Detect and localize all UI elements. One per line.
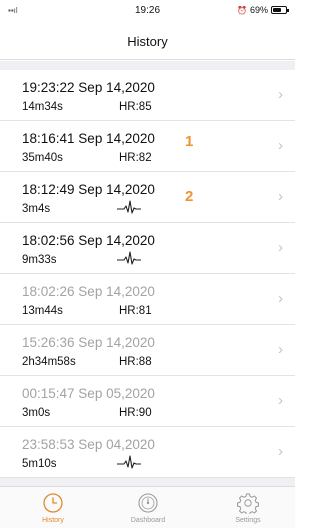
session-datetime: 19:23:22 Sep 14,2020 xyxy=(22,80,155,95)
history-row[interactable]: 15:26:36 Sep 14,2020 2h34m58s HR:88 › xyxy=(0,325,295,376)
chevron-right-icon: › xyxy=(278,443,283,460)
status-bar: ▪▪ıl 19:26 ⏰ 69% xyxy=(0,0,295,22)
session-duration: 3m0s xyxy=(22,407,51,419)
history-row[interactable]: 18:02:56 Sep 14,2020 9m33s › xyxy=(0,223,295,274)
session-datetime: 18:02:56 Sep 14,2020 xyxy=(22,233,155,248)
annotation-number: 1 xyxy=(185,133,194,150)
tab-bar: History Dashboard Settings xyxy=(0,486,295,528)
session-duration: 14m34s xyxy=(22,101,63,113)
ecg-waveform-icon xyxy=(117,455,141,469)
session-datetime: 23:58:53 Sep 04,2020 xyxy=(22,437,155,452)
tab-label: Dashboard xyxy=(130,517,166,524)
chevron-right-icon: › xyxy=(278,341,283,358)
heart-rate-value: HR:88 xyxy=(119,356,152,368)
session-datetime: 18:02:26 Sep 14,2020 xyxy=(22,284,155,299)
history-row[interactable]: 18:02:26 Sep 14,2020 13m44s HR:81 › xyxy=(0,274,295,325)
annotation-number: 2 xyxy=(185,188,194,205)
status-right: ⏰ 69% xyxy=(237,5,289,15)
tab-label: Settings xyxy=(235,517,261,524)
session-duration: 13m44s xyxy=(22,305,63,317)
session-datetime: 15:26:36 Sep 14,2020 xyxy=(22,335,155,350)
history-row[interactable]: 23:58:53 Sep 04,2020 5m10s › xyxy=(0,427,295,478)
history-row[interactable]: 18:16:41 Sep 14,2020 35m40s HR:82 1 › xyxy=(0,121,295,172)
chevron-right-icon: › xyxy=(278,392,283,409)
ecg-waveform-icon xyxy=(117,251,141,265)
tab-settings[interactable]: Settings xyxy=(213,492,283,524)
session-duration: 5m10s xyxy=(22,458,57,470)
tab-label: History xyxy=(42,517,64,524)
nav-bar: History xyxy=(0,22,295,60)
chevron-right-icon: › xyxy=(278,137,283,154)
gauge-icon xyxy=(138,493,158,513)
history-row[interactable]: 18:12:49 Sep 14,2020 3m4s 2 › xyxy=(0,172,295,223)
tab-dashboard[interactable]: Dashboard xyxy=(113,492,183,524)
heart-rate-value: HR:82 xyxy=(119,152,152,164)
chevron-right-icon: › xyxy=(278,239,283,256)
list-footer-spacer xyxy=(0,478,295,486)
alarm-icon: ⏰ xyxy=(237,5,247,15)
history-row[interactable]: 19:23:22 Sep 14,2020 14m34s HR:85 › xyxy=(0,70,295,121)
list-header-spacer xyxy=(0,61,295,70)
clock-icon xyxy=(43,493,63,513)
session-duration: 9m33s xyxy=(22,254,57,266)
heart-rate-value: HR:81 xyxy=(119,305,152,317)
gear-icon xyxy=(237,493,259,514)
page-title: History xyxy=(127,34,168,49)
history-row[interactable]: 00:15:47 Sep 05,2020 3m0s HR:90 › xyxy=(0,376,295,427)
chevron-right-icon: › xyxy=(278,86,283,103)
history-list: 19:23:22 Sep 14,2020 14m34s HR:85 › 18:16:41… xyxy=(0,70,295,478)
session-duration: 3m4s xyxy=(22,203,51,215)
battery-percent: 69% xyxy=(249,5,268,15)
session-duration: 35m40s xyxy=(22,152,63,164)
heart-rate-value: HR:90 xyxy=(119,407,152,419)
chevron-right-icon: › xyxy=(278,188,283,205)
session-datetime: 00:15:47 Sep 05,2020 xyxy=(22,386,155,401)
session-duration: 2h34m58s xyxy=(22,356,76,368)
heart-rate-value: HR:85 xyxy=(119,101,152,113)
tab-history[interactable]: History xyxy=(18,492,88,524)
session-datetime: 18:12:49 Sep 14,2020 xyxy=(22,182,155,197)
chevron-right-icon: › xyxy=(278,290,283,307)
session-datetime: 18:16:41 Sep 14,2020 xyxy=(22,131,155,146)
battery-icon xyxy=(271,6,289,14)
ecg-waveform-icon xyxy=(117,200,141,214)
